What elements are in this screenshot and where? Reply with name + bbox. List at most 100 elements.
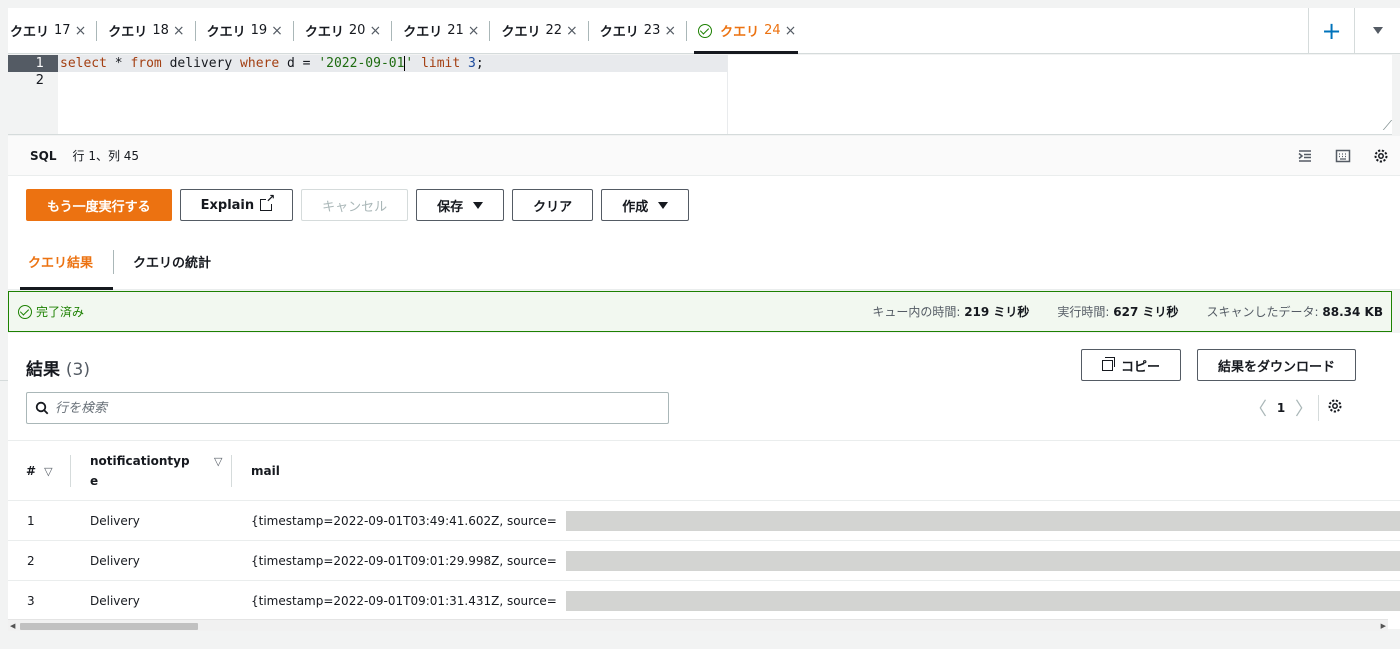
run-again-button[interactable]: もう一度実行する [26, 189, 172, 221]
search-icon [35, 401, 49, 415]
keyword: limit [413, 56, 469, 71]
keyword: where [240, 56, 280, 71]
sql-editor[interactable]: 1 2 select * from delivery where d = '20… [8, 55, 1393, 135]
chevron-right-icon[interactable]: 〉 [1294, 395, 1314, 421]
copy-button[interactable]: コピー [1081, 349, 1182, 381]
tab-label: クエリ [501, 25, 541, 40]
metric-label: スキャンしたデータ: [1206, 305, 1319, 319]
tab-number: 18 [152, 23, 169, 38]
column-header-notificationtype[interactable]: notificationtyp e ▽ [90, 441, 232, 501]
metric-value: 219 ミリ秒 [964, 305, 1030, 319]
add-tab-button[interactable]: + [1308, 7, 1354, 54]
code-token: ; [475, 56, 484, 71]
column-header-mail[interactable]: mail [251, 441, 280, 501]
check-circle-icon [18, 304, 32, 319]
tab-number: 21 [447, 23, 464, 38]
table-row: 3 Delivery {timestamp=2022-09-01T09:01:3… [8, 581, 1400, 621]
cancel-button: キャンセル [301, 189, 409, 221]
keyboard-icon[interactable] [1324, 136, 1362, 176]
cursor-position: 行 1、列 45 [72, 149, 140, 163]
close-icon[interactable]: × [271, 23, 283, 39]
metric-label: キュー内の時間: [872, 305, 961, 319]
results-table: # ▽ notificationtyp e ▽ mail 1 Delivery {t… [8, 440, 1400, 621]
cell-notificationtype: Delivery [90, 553, 140, 568]
resize-handle[interactable] [1373, 120, 1393, 130]
run-time: 実行時間: 627 ミリ秒 [1057, 303, 1178, 320]
row-index: 3 [27, 593, 35, 608]
line-number: 1 [8, 55, 58, 72]
download-results-button[interactable]: 結果をダウンロード [1197, 349, 1357, 381]
code-token: d = [279, 56, 319, 71]
tab-label: クエリ [108, 25, 148, 40]
close-icon[interactable]: × [566, 23, 578, 39]
settings-icon[interactable] [1362, 136, 1400, 176]
sort-icon[interactable]: ▽ [214, 455, 222, 468]
scroll-right-icon[interactable]: ▶ [1381, 622, 1386, 630]
tab-number: 19 [250, 23, 268, 38]
tab-query-22[interactable]: クエリ 22 × [489, 8, 587, 53]
tab-number: 24 [764, 23, 781, 38]
create-button[interactable]: 作成 [601, 189, 690, 221]
sort-icon[interactable]: ▽ [44, 465, 52, 478]
divider [0, 380, 8, 381]
close-icon[interactable]: × [468, 23, 480, 39]
row-search[interactable] [26, 392, 669, 424]
query-actions: もう一度実行する Explain キャンセル 保存 クリア 作成 [8, 176, 1400, 234]
results-title: 結果 (3) [26, 355, 90, 380]
code-line[interactable]: select * from delivery where d = '2022-0… [60, 55, 484, 72]
tab-label: クエリ [720, 25, 760, 40]
keyword: select [60, 56, 107, 71]
divider [1318, 395, 1319, 421]
tab-label: クエリ [206, 25, 246, 40]
table-row: 2 Delivery {timestamp=2022-09-01T09:01:2… [8, 541, 1400, 581]
tab-label: クエリ [403, 25, 443, 40]
copy-icon [1102, 356, 1115, 371]
save-button[interactable]: 保存 [416, 189, 505, 221]
tab-query-24[interactable]: クエリ 24 × [686, 8, 806, 54]
save-label: 保存 [437, 199, 464, 215]
tab-query-21[interactable]: クエリ 21 × [391, 8, 489, 53]
search-input[interactable] [55, 400, 655, 416]
tab-number: 20 [348, 23, 366, 38]
close-icon[interactable]: × [173, 23, 185, 39]
tab-query-23[interactable]: クエリ 23 × [587, 8, 686, 53]
line-number: 2 [35, 73, 44, 88]
scrollbar-thumb[interactable] [20, 623, 198, 630]
tab-menu-button[interactable] [1354, 7, 1400, 54]
tab-query-18[interactable]: クエリ 18 × [96, 8, 194, 53]
check-circle-icon [698, 23, 713, 38]
horizontal-scrollbar[interactable]: ◀ ▶ [8, 619, 1388, 631]
cell-notificationtype: Delivery [90, 593, 140, 608]
tab-number: 22 [545, 23, 563, 38]
scroll-left-icon[interactable]: ◀ [10, 622, 15, 630]
tab-query-19[interactable]: クエリ 19 × [194, 8, 293, 53]
tab-query-stats[interactable]: クエリの統計 [113, 234, 221, 289]
completion-banner: 完了済み キュー内の時間: 219 ミリ秒 実行時間: 627 ミリ秒 スキャン… [8, 291, 1392, 332]
tab-query-17[interactable]: クエリ 17 × [8, 8, 96, 53]
pagination: 〈 1 〉 [1248, 395, 1343, 421]
chevron-left-icon[interactable]: 〈 [1248, 395, 1268, 421]
indent-icon[interactable] [1286, 136, 1324, 176]
copy-label: コピー [1121, 359, 1161, 375]
metric-value: 88.34 KB [1322, 305, 1383, 319]
explain-button[interactable]: Explain [179, 189, 294, 221]
row-index: 1 [27, 513, 35, 528]
column-header-index[interactable]: # ▽ [26, 441, 71, 501]
page-number[interactable]: 1 [1268, 401, 1294, 415]
close-icon[interactable]: × [664, 23, 676, 39]
query-metrics: キュー内の時間: 219 ミリ秒 実行時間: 627 ミリ秒 スキャンしたデータ… [872, 303, 1391, 320]
tab-query-results[interactable]: クエリ結果 [8, 234, 114, 290]
external-link-icon [260, 193, 276, 211]
close-icon[interactable]: × [75, 23, 87, 39]
results-count: (3) [65, 360, 91, 380]
close-icon[interactable]: × [369, 23, 381, 39]
settings-icon[interactable] [1327, 398, 1343, 418]
tab-label: クエリ [304, 25, 344, 40]
row-index: 2 [27, 553, 35, 568]
scanned-data: スキャンしたデータ: 88.34 KB [1207, 303, 1383, 320]
clear-button[interactable]: クリア [512, 189, 594, 221]
tab-query-20[interactable]: クエリ 20 × [292, 8, 391, 53]
caret-down-icon [1372, 27, 1383, 34]
close-icon[interactable]: × [785, 23, 797, 39]
cell-notificationtype: Delivery [90, 513, 140, 528]
